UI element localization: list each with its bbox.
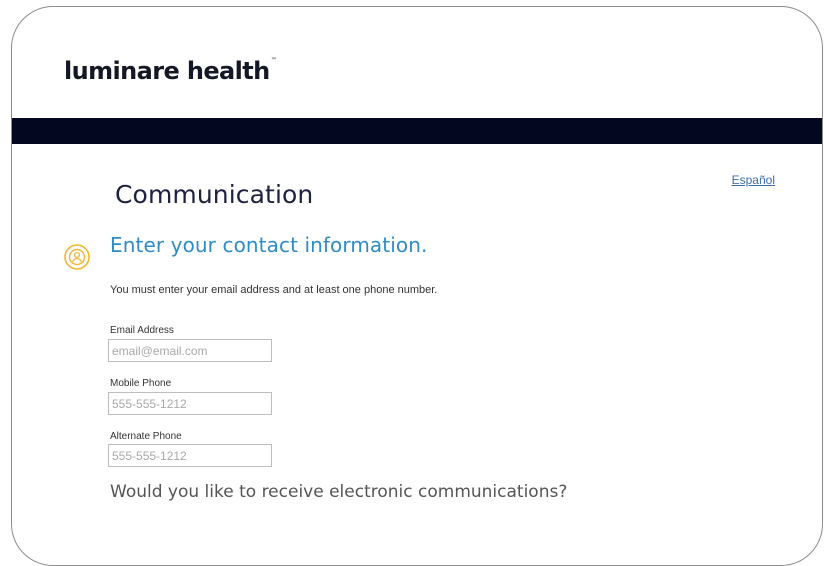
nav-bar [12,118,822,144]
email-field[interactable] [108,339,272,362]
language-toggle-link[interactable]: Español [732,173,775,187]
instructions-text: You must enter your email address and at… [110,284,438,296]
mobile-phone-field[interactable] [108,392,272,415]
mobile-phone-label: Mobile Phone [110,378,172,389]
brand-logo[interactable]: luminare health™ [64,57,277,85]
page-title: Communication [115,180,314,209]
electronic-communications-question: Would you like to receive electronic com… [110,482,568,502]
alternate-phone-field[interactable] [108,444,272,467]
alternate-phone-label: Alternate Phone [110,431,182,442]
section-heading: Enter your contact information. [110,233,428,257]
email-label: Email Address [110,325,174,336]
page-frame: luminare health™ Español Communication E… [11,6,823,566]
person-circle-icon [64,244,90,270]
logo-text: luminare health [64,57,270,85]
trademark-mark: ™ [270,57,277,64]
